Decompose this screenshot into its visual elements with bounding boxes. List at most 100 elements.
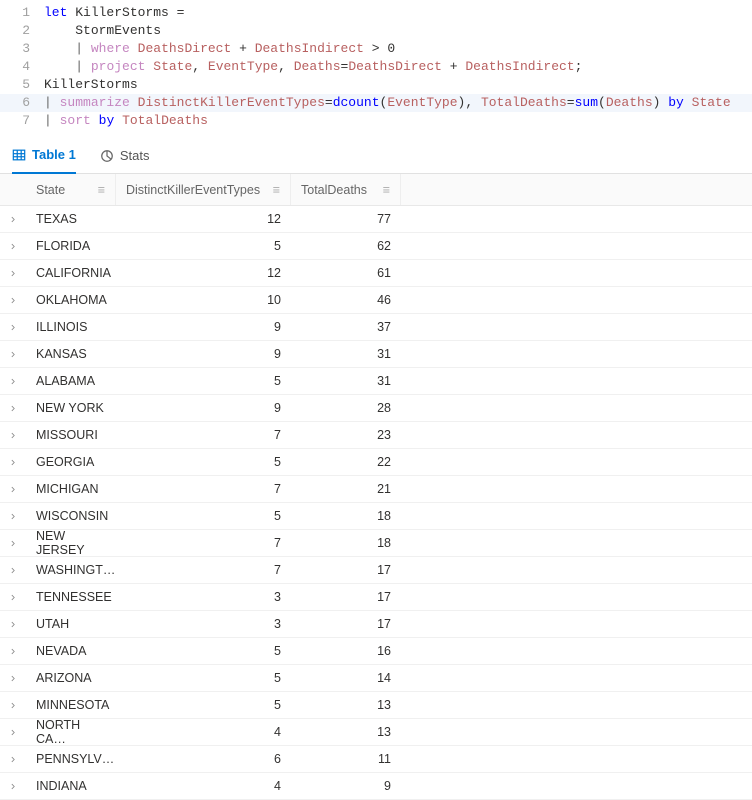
query-editor[interactable]: 1let KillerStorms = 2 StormEvents3 | whe… [0, 0, 752, 138]
cell-state: FLORIDA [26, 233, 116, 259]
line-number: 6 [0, 94, 44, 112]
expand-row-icon[interactable] [0, 368, 26, 394]
cell-td: 22 [291, 449, 401, 475]
cell-state: NEVADA [26, 638, 116, 664]
code-content[interactable]: | sort by TotalDeaths [44, 112, 752, 130]
cell-td: 13 [291, 692, 401, 718]
cell-state: CALIFORNIA [26, 260, 116, 286]
editor-line[interactable]: 7| sort by TotalDeaths [0, 112, 752, 130]
table-row[interactable]: NORTH CA…413 [0, 719, 752, 746]
expand-row-icon[interactable] [0, 557, 26, 583]
table-row[interactable]: TENNESSEE317 [0, 584, 752, 611]
expand-row-icon[interactable] [0, 503, 26, 529]
table-row[interactable]: FLORIDA562 [0, 233, 752, 260]
col-state-label: State [36, 183, 65, 197]
editor-line[interactable]: 5KillerStorms [0, 76, 752, 94]
table-row[interactable]: CALIFORNIA1261 [0, 260, 752, 287]
expand-row-icon[interactable] [0, 530, 26, 556]
cell-dket: 6 [116, 746, 291, 772]
table-row[interactable]: ALABAMA531 [0, 368, 752, 395]
table-row[interactable]: MINNESOTA513 [0, 692, 752, 719]
cell-dket: 12 [116, 260, 291, 286]
cell-td: 18 [291, 503, 401, 529]
line-number: 5 [0, 76, 44, 94]
cell-dket: 5 [116, 233, 291, 259]
table-row[interactable]: ARIZONA514 [0, 665, 752, 692]
table-row[interactable]: GEORGIA522 [0, 449, 752, 476]
cell-td: 17 [291, 557, 401, 583]
tab-table[interactable]: Table 1 [12, 138, 76, 174]
table-row[interactable]: NEVADA516 [0, 638, 752, 665]
line-number: 4 [0, 58, 44, 76]
col-dket-header[interactable]: DistinctKillerEventTypes ≡ [116, 174, 291, 205]
table-row[interactable]: ILLINOIS937 [0, 314, 752, 341]
cell-state: ARIZONA [26, 665, 116, 691]
results-tab-bar: Table 1 Stats [0, 138, 752, 174]
expand-row-icon[interactable] [0, 692, 26, 718]
grid-header: State ≡ DistinctKillerEventTypes ≡ Total… [0, 174, 752, 206]
table-row[interactable]: TEXAS1277 [0, 206, 752, 233]
expand-row-icon[interactable] [0, 206, 26, 232]
editor-line[interactable]: 1let KillerStorms = [0, 4, 752, 22]
expand-row-icon[interactable] [0, 584, 26, 610]
editor-line[interactable]: 3 | where DeathsDirect + DeathsIndirect … [0, 40, 752, 58]
code-content[interactable]: | summarize DistinctKillerEventTypes=dco… [44, 94, 752, 112]
cell-dket: 5 [116, 503, 291, 529]
tab-table-label: Table 1 [32, 147, 76, 162]
expand-row-icon[interactable] [0, 422, 26, 448]
cell-dket: 5 [116, 665, 291, 691]
expand-row-icon[interactable] [0, 638, 26, 664]
col-menu-icon[interactable]: ≡ [383, 183, 390, 197]
cell-td: 28 [291, 395, 401, 421]
table-row[interactable]: NEW YORK928 [0, 395, 752, 422]
code-content[interactable]: KillerStorms [44, 76, 752, 94]
table-icon [12, 148, 26, 162]
cell-dket: 5 [116, 368, 291, 394]
code-content[interactable]: | where DeathsDirect + DeathsIndirect > … [44, 40, 752, 58]
expand-row-icon[interactable] [0, 395, 26, 421]
table-row[interactable]: OKLAHOMA1046 [0, 287, 752, 314]
expand-row-icon[interactable] [0, 746, 26, 772]
editor-line[interactable]: 6| summarize DistinctKillerEventTypes=dc… [0, 94, 752, 112]
table-row[interactable]: MISSOURI723 [0, 422, 752, 449]
editor-line[interactable]: 2 StormEvents [0, 22, 752, 40]
expand-row-icon[interactable] [0, 719, 26, 745]
code-content[interactable]: | project State, EventType, Deaths=Death… [44, 58, 752, 76]
cell-state: ALABAMA [26, 368, 116, 394]
code-content[interactable]: StormEvents [44, 22, 752, 40]
tab-stats-label: Stats [120, 148, 150, 163]
expand-row-icon[interactable] [0, 260, 26, 286]
cell-state: NEW YORK [26, 395, 116, 421]
col-state-header[interactable]: State ≡ [26, 174, 116, 205]
table-row[interactable]: UTAH317 [0, 611, 752, 638]
cell-td: 21 [291, 476, 401, 502]
table-row[interactable]: WASHINGT…717 [0, 557, 752, 584]
table-row[interactable]: PENNSYLV…611 [0, 746, 752, 773]
editor-line[interactable]: 4 | project State, EventType, Deaths=Dea… [0, 58, 752, 76]
expand-row-icon[interactable] [0, 341, 26, 367]
code-content[interactable]: let KillerStorms = [44, 4, 752, 22]
expand-row-icon[interactable] [0, 611, 26, 637]
cell-td: 23 [291, 422, 401, 448]
tab-stats[interactable]: Stats [100, 138, 150, 174]
table-row[interactable]: MICHIGAN721 [0, 476, 752, 503]
col-menu-icon[interactable]: ≡ [98, 183, 105, 197]
table-row[interactable]: NEW JERSEY718 [0, 530, 752, 557]
table-row[interactable]: WISCONSIN518 [0, 503, 752, 530]
expand-row-icon[interactable] [0, 314, 26, 340]
table-row[interactable]: INDIANA49 [0, 773, 752, 800]
cell-td: 13 [291, 719, 401, 745]
col-menu-icon[interactable]: ≡ [273, 183, 280, 197]
expand-row-icon[interactable] [0, 287, 26, 313]
grid-body: TEXAS1277FLORIDA562CALIFORNIA1261OKLAHOM… [0, 206, 752, 800]
cell-td: 31 [291, 341, 401, 367]
expand-row-icon[interactable] [0, 476, 26, 502]
expand-row-icon[interactable] [0, 233, 26, 259]
results-grid: State ≡ DistinctKillerEventTypes ≡ Total… [0, 174, 752, 800]
table-row[interactable]: KANSAS931 [0, 341, 752, 368]
expand-row-icon[interactable] [0, 449, 26, 475]
cell-dket: 4 [116, 719, 291, 745]
cell-td: 17 [291, 611, 401, 637]
col-td-header[interactable]: TotalDeaths ≡ [291, 174, 401, 205]
expand-row-icon[interactable] [0, 665, 26, 691]
